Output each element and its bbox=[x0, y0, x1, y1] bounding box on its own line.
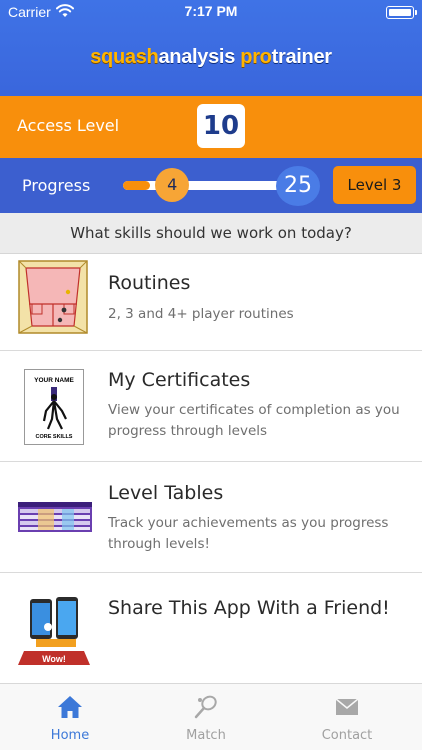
tab-match[interactable]: Match bbox=[136, 684, 276, 750]
progress-fill bbox=[123, 181, 151, 190]
list-item-title: Routines bbox=[108, 272, 191, 294]
list-item-title: Level Tables bbox=[108, 482, 224, 504]
tab-label: Home bbox=[50, 728, 90, 743]
access-level-bar: Access Level 10 bbox=[0, 96, 422, 158]
level-table-icon bbox=[18, 502, 92, 532]
share-phones-icon: Wow! bbox=[18, 597, 90, 665]
mail-icon bbox=[335, 698, 359, 715]
status-bar: Carrier 7:17 PM bbox=[0, 0, 422, 24]
list-item-desc: View your certificates of completion as … bbox=[108, 402, 400, 439]
svg-text:CORE SKILLS: CORE SKILLS bbox=[36, 434, 73, 440]
home-icon bbox=[58, 696, 82, 718]
list-item-desc: Track your achievements as you progress … bbox=[108, 515, 389, 552]
tab-home[interactable]: Home bbox=[0, 684, 140, 750]
access-level-value: 10 bbox=[197, 104, 245, 148]
tab-bar: Home Match Contact bbox=[0, 683, 422, 750]
list-item-routines[interactable]: Routines 2, 3 and 4+ player routines bbox=[0, 254, 422, 351]
status-time: 7:17 PM bbox=[184, 3, 238, 19]
svg-text:Wow!: Wow! bbox=[42, 654, 66, 664]
progress-current-value: 4 bbox=[155, 168, 190, 202]
progress-bar-section: Progress 4 25 Level 3 bbox=[0, 158, 422, 213]
progress-max-value: 25 bbox=[276, 166, 320, 206]
list-item-certificates[interactable]: YOUR NAME CORE SKILLS My Certificates Vi… bbox=[0, 351, 422, 462]
battery-icon bbox=[386, 6, 417, 19]
list-item-desc: 2, 3 and 4+ player routines bbox=[108, 306, 294, 322]
skills-prompt: What skills should we work on today? bbox=[0, 213, 422, 254]
access-level-label: Access Level bbox=[17, 116, 120, 135]
racket-icon bbox=[194, 695, 217, 719]
list-item-level-tables[interactable]: Level Tables Track your achievements as … bbox=[0, 462, 422, 573]
menu-list: Routines 2, 3 and 4+ player routines YOU… bbox=[0, 254, 422, 683]
progress-track bbox=[123, 181, 293, 190]
list-item-share[interactable]: Wow! Share This App With a Friend! bbox=[0, 573, 422, 683]
tab-label: Match bbox=[186, 728, 226, 743]
list-item-title: Share This App With a Friend! bbox=[108, 597, 390, 619]
list-item-title: My Certificates bbox=[108, 369, 251, 391]
court-diagram-icon bbox=[18, 260, 88, 334]
progress-label: Progress bbox=[22, 176, 91, 195]
app-logo: squashanalysis protrainer bbox=[90, 46, 332, 68]
tab-label: Contact bbox=[321, 728, 373, 743]
tab-contact[interactable]: Contact bbox=[277, 684, 417, 750]
level-badge[interactable]: Level 3 bbox=[333, 166, 416, 204]
svg-text:YOUR NAME: YOUR NAME bbox=[34, 377, 74, 384]
certificate-icon: YOUR NAME CORE SKILLS bbox=[24, 369, 84, 445]
app-header: Carrier 7:17 PM squashanalysis protraine… bbox=[0, 0, 422, 96]
